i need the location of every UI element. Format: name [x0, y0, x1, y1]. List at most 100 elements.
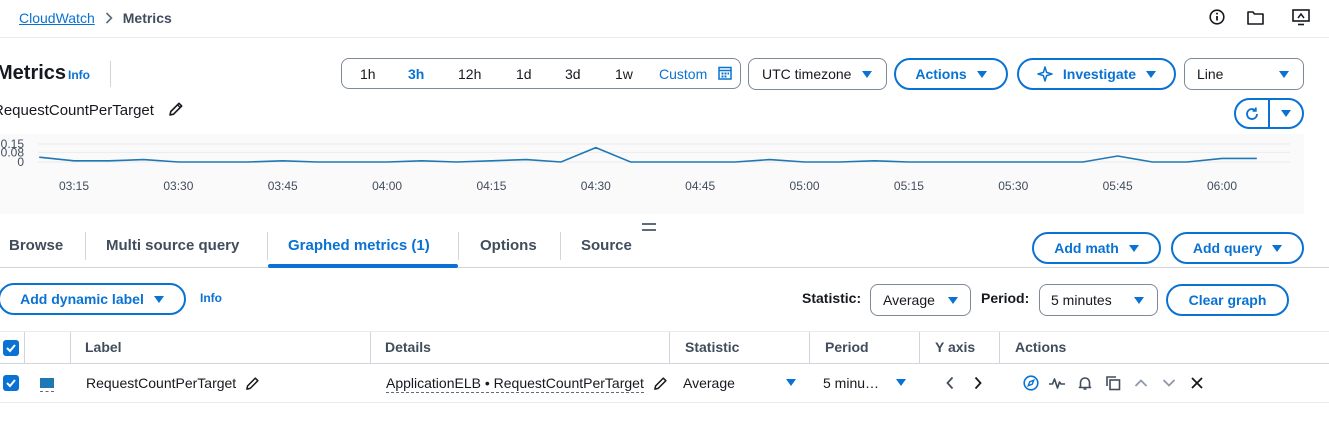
add-dynamic-label-button[interactable]: Add dynamic label [0, 283, 186, 315]
pulse-icon[interactable] [1048, 374, 1066, 392]
time-range-1h[interactable]: 1h [360, 66, 376, 82]
row-statistic-select[interactable]: Average [683, 375, 735, 391]
table-top-border [0, 331, 1329, 332]
row-details[interactable]: ApplicationELB • RequestCountPerTarget [386, 375, 644, 393]
caret-down-icon [1279, 71, 1289, 78]
chevron-right-icon[interactable] [969, 374, 987, 392]
clear-graph-button[interactable]: Clear graph [1166, 284, 1289, 316]
chart-type-value: Line [1197, 66, 1224, 82]
column-header-statistic[interactable]: Statistic [685, 339, 739, 355]
x-tick-label: 03:30 [163, 179, 193, 193]
tabs-border [0, 267, 1329, 268]
chart-type-select[interactable]: Line [1184, 58, 1304, 90]
chevron-left-icon[interactable] [941, 374, 959, 392]
column-header-period[interactable]: Period [825, 339, 869, 355]
breadcrumb: CloudWatch Metrics [19, 9, 172, 27]
series-color-swatch[interactable] [40, 378, 54, 388]
drag-handle-icon[interactable] [642, 223, 656, 231]
caret-down-icon [153, 295, 164, 303]
chevron-up-icon[interactable] [1132, 374, 1150, 392]
time-range-3h[interactable]: 3h [408, 66, 424, 82]
investigate-button[interactable]: Investigate [1017, 58, 1176, 90]
info-link[interactable]: Info [68, 68, 90, 82]
sparkle-icon [1037, 66, 1053, 82]
caret-down-icon [1272, 244, 1283, 252]
tab-multi-source-query[interactable]: Multi source query [106, 237, 239, 254]
folder-icon[interactable] [1246, 8, 1264, 26]
add-math-button[interactable]: Add math [1032, 232, 1161, 264]
x-tick-label: 05:15 [894, 179, 924, 193]
chevron-down-icon[interactable] [1160, 374, 1178, 392]
row-checkbox[interactable] [3, 375, 19, 391]
add-dynamic-label-text: Add dynamic label [20, 291, 144, 307]
column-header-details[interactable]: Details [385, 339, 431, 355]
actions-label: Actions [915, 66, 967, 82]
page-title: Metrics [0, 62, 67, 84]
tab-divider [85, 232, 86, 260]
graph-name: RequestCountPerTarget [0, 102, 154, 119]
table-header-border [0, 363, 1329, 364]
time-range-custom[interactable]: Custom [659, 66, 707, 82]
chart-panel: 0.15 0.08 0 03:15 03:30 03:45 04:00 04:15 04:30 0… [0, 134, 1304, 214]
share-screen-icon[interactable] [1292, 8, 1310, 26]
x-tick-label: 04:45 [685, 179, 715, 193]
caret-down-icon [1146, 70, 1157, 78]
line-chart: 0.150.08003:15 03:30 03:45 04:00 04:15 04:30 0… [1, 137, 1290, 193]
copy-icon[interactable] [1104, 374, 1122, 392]
column-header-y-axis[interactable]: Y axis [935, 339, 975, 355]
time-range-selector: 1h 3h 12h 1d 3d 1w Custom [341, 58, 741, 89]
select-all-checkbox[interactable] [3, 340, 19, 356]
tab-browse[interactable]: Browse [9, 237, 63, 254]
statistic-value: Average [883, 292, 935, 308]
compass-icon[interactable] [1022, 374, 1040, 392]
column-divider [370, 332, 371, 363]
refresh-button[interactable] [1236, 100, 1268, 127]
column-header-label[interactable]: Label [85, 339, 122, 355]
tab-source[interactable]: Source [581, 237, 632, 254]
tab-graphed-metrics[interactable]: Graphed metrics (1) [288, 237, 430, 254]
info-link[interactable]: Info [200, 291, 222, 305]
series-line[interactable] [39, 146, 1257, 163]
time-range-1w[interactable]: 1w [615, 66, 633, 82]
caret-down-icon [948, 297, 958, 304]
bell-icon[interactable] [1076, 374, 1094, 392]
time-range-1d[interactable]: 1d [516, 66, 532, 82]
statistic-select[interactable]: Average [870, 284, 971, 316]
column-divider [999, 332, 1000, 363]
x-tick-label: 04:15 [476, 179, 506, 193]
add-math-label: Add math [1054, 240, 1119, 256]
add-query-button[interactable]: Add query [1171, 232, 1304, 264]
column-header-actions[interactable]: Actions [1015, 339, 1066, 355]
timezone-select[interactable]: UTC timezone [748, 58, 887, 90]
edit-label-pencil-icon[interactable] [243, 374, 261, 392]
x-tick-label: 03:15 [59, 179, 89, 193]
caret-down-icon[interactable] [786, 379, 796, 386]
period-select[interactable]: 5 minutes [1039, 284, 1158, 316]
active-tab-indicator [268, 264, 458, 268]
x-tick-label: 04:00 [372, 179, 402, 193]
calendar-icon[interactable] [718, 66, 732, 83]
column-divider [809, 332, 810, 363]
refresh-options-button[interactable] [1270, 100, 1302, 127]
x-tick-label: 05:45 [1103, 179, 1133, 193]
edit-pencil-icon[interactable] [168, 101, 184, 117]
row-period-select[interactable]: 5 minu… [823, 375, 879, 391]
row-label: RequestCountPerTarget [86, 375, 237, 391]
time-range-3d[interactable]: 3d [565, 66, 581, 82]
clear-graph-label: Clear graph [1188, 292, 1267, 308]
caret-down-icon [1280, 110, 1291, 117]
actions-button[interactable]: Actions [894, 58, 1008, 90]
info-circle-icon[interactable] [1208, 8, 1226, 26]
edit-details-pencil-icon[interactable] [651, 374, 669, 392]
timezone-value: UTC timezone [762, 66, 852, 82]
tab-options[interactable]: Options [480, 237, 537, 254]
breadcrumb-cloudwatch-link[interactable]: CloudWatch [19, 10, 95, 26]
column-divider [70, 332, 71, 363]
y-tick-label: 0 [17, 155, 24, 169]
investigate-label: Investigate [1062, 66, 1137, 82]
time-range-12h[interactable]: 12h [458, 66, 481, 82]
caret-down-icon [862, 71, 872, 78]
caret-down-icon[interactable] [896, 379, 906, 386]
x-tick-label: 04:30 [581, 179, 611, 193]
close-icon[interactable] [1188, 374, 1206, 392]
